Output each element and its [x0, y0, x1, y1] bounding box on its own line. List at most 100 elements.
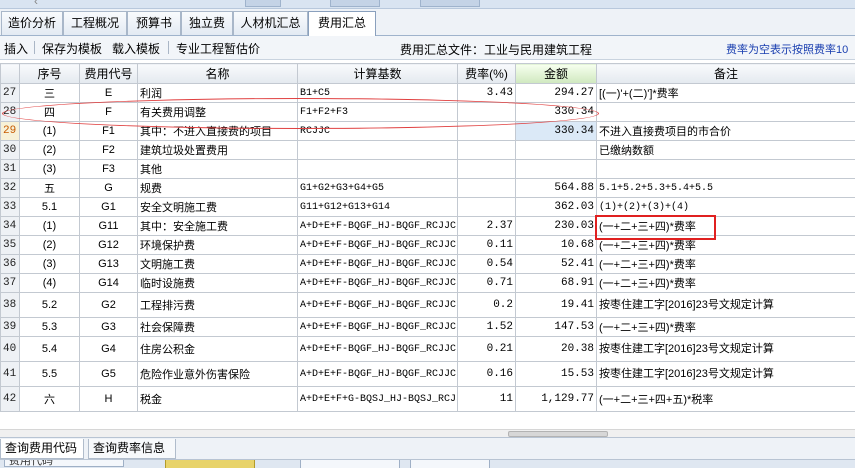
note-cell[interactable]: (一+二+三+四)*费率: [596, 254, 855, 274]
table-row[interactable]: 37 (4) G14 临时设施费 A+D+E+F-BQGF_HJ-BQGF_RC…: [0, 273, 855, 293]
horizontal-scrollbar[interactable]: [0, 429, 855, 437]
insert-button[interactable]: 插入: [4, 40, 28, 57]
base-cell[interactable]: A+D+E+F-BQGF_HJ-BQGF_RCJJC: [297, 361, 458, 387]
cost-code-field[interactable]: 费用代码: [4, 460, 124, 467]
table-row[interactable]: 35 (2) G12 环境保护费 A+D+E+F-BQGF_HJ-BQGF_RC…: [0, 235, 855, 255]
seq-cell[interactable]: (3): [19, 159, 80, 179]
row-number[interactable]: 28: [0, 102, 20, 122]
name-cell[interactable]: 危险作业意外伤害保险: [137, 361, 298, 387]
tab-query-cost-codes[interactable]: 查询费用代码: [0, 439, 84, 459]
seq-cell[interactable]: 5.4: [19, 336, 80, 362]
name-cell[interactable]: 有关费用调整: [137, 102, 298, 122]
seq-cell[interactable]: (3): [19, 254, 80, 274]
code-cell[interactable]: F3: [79, 159, 138, 179]
note-cell[interactable]: 按枣住建工字[2016]23号文规定计算: [596, 336, 855, 362]
base-cell[interactable]: RCJJC: [297, 121, 458, 141]
note-cell[interactable]: 不进入直接费项目的市合价: [596, 121, 855, 141]
note-cell[interactable]: 按枣住建工字[2016]23号文规定计算: [596, 292, 855, 318]
code-cell[interactable]: F: [79, 102, 138, 122]
tab-cost-analysis[interactable]: 造价分析: [1, 11, 63, 35]
table-row[interactable]: 34 (1) G11 其中：安全施工费 A+D+E+F-BQGF_HJ-BQGF…: [0, 216, 855, 236]
tab-independent-fee[interactable]: 独立费: [181, 11, 233, 35]
row-number[interactable]: 31: [0, 159, 20, 179]
seq-cell[interactable]: (1): [19, 216, 80, 236]
base-cell[interactable]: A+D+E+F-BQGF_HJ-BQGF_RCJJC: [297, 273, 458, 293]
tab-budget-book[interactable]: 预算书: [127, 11, 181, 35]
note-cell[interactable]: (一+二+三+四)*费率: [596, 235, 855, 255]
base-cell[interactable]: A+D+E+F-BQGF_HJ-BQGF_RCJJC: [297, 292, 458, 318]
seq-cell[interactable]: 四: [19, 102, 80, 122]
row-number[interactable]: 32: [0, 178, 20, 198]
table-row[interactable]: 38 5.2 G2 工程排污费 A+D+E+F-BQGF_HJ-BQGF_RCJ…: [0, 292, 855, 318]
name-cell[interactable]: 税金: [137, 386, 298, 412]
name-header[interactable]: 名称: [137, 63, 298, 84]
row-number[interactable]: 34: [0, 216, 20, 236]
row-number[interactable]: 35: [0, 235, 20, 255]
chevron-left-icon[interactable]: ‹: [34, 0, 38, 8]
seq-cell[interactable]: (1): [19, 121, 80, 141]
code-header[interactable]: 费用代号: [79, 63, 138, 84]
rate-cell[interactable]: 0.2: [457, 292, 516, 318]
base-cell[interactable]: A+D+E+F-BQGF_HJ-BQGF_RCJJC: [297, 235, 458, 255]
seq-cell[interactable]: 5.3: [19, 317, 80, 337]
base-cell[interactable]: A+D+E+F-BQGF_HJ-BQGF_RCJJC: [297, 336, 458, 362]
table-row[interactable]: 32 五 G 规费 G1+G2+G3+G4+G5 564.88 5.1+5.2+…: [0, 178, 855, 198]
note-cell[interactable]: (一+二+三+四)*费率: [596, 317, 855, 337]
code-cell[interactable]: H: [79, 386, 138, 412]
table-row[interactable]: 41 5.5 G5 危险作业意外伤害保险 A+D+E+F-BQGF_HJ-BQG…: [0, 361, 855, 387]
seq-cell[interactable]: 六: [19, 386, 80, 412]
code-cell[interactable]: G5: [79, 361, 138, 387]
table-row[interactable]: 36 (3) G13 文明施工费 A+D+E+F-BQGF_HJ-BQGF_RC…: [0, 254, 855, 274]
table-row[interactable]: 30 (2) F2 建筑垃圾处置费用 已缴纳数额: [0, 140, 855, 160]
code-cell[interactable]: F1: [79, 121, 138, 141]
table-row[interactable]: 39 5.3 G3 社会保障费 A+D+E+F-BQGF_HJ-BQGF_RCJ…: [0, 317, 855, 337]
code-cell[interactable]: G12: [79, 235, 138, 255]
save-template-button[interactable]: 保存为模板: [42, 40, 102, 57]
rate-cell[interactable]: [457, 197, 516, 217]
rate-cell[interactable]: [457, 159, 516, 179]
name-cell[interactable]: 社会保障费: [137, 317, 298, 337]
row-number[interactable]: 41: [0, 361, 20, 387]
code-cell[interactable]: G3: [79, 317, 138, 337]
tab-project-overview[interactable]: 工程概况: [63, 11, 127, 35]
rate-cell[interactable]: [457, 102, 516, 122]
note-header[interactable]: 备注: [596, 63, 855, 84]
table-row[interactable]: 29 (1) F1 其中：不进入直接费的项目 RCJJC 330.34 不进入直…: [0, 121, 855, 141]
note-cell[interactable]: (1)+(2)+(3)+(4): [596, 197, 855, 217]
seq-cell[interactable]: (2): [19, 140, 80, 160]
seq-cell[interactable]: 五: [19, 178, 80, 198]
table-row[interactable]: 28 四 F 有关费用调整 F1+F2+F3 330.34: [0, 102, 855, 122]
footer-tab-active[interactable]: [165, 460, 255, 468]
base-cell[interactable]: A+D+E+F-BQGF_HJ-BQGF_RCJJC: [297, 317, 458, 337]
row-number[interactable]: 36: [0, 254, 20, 274]
rate-cell[interactable]: 0.16: [457, 361, 516, 387]
table-row[interactable]: 40 5.4 G4 住房公积金 A+D+E+F-BQGF_HJ-BQGF_RCJ…: [0, 336, 855, 362]
tab-labor-material-summary[interactable]: 人材机汇总: [233, 11, 308, 35]
rate-cell[interactable]: 2.37: [457, 216, 516, 236]
note-cell[interactable]: 按枣住建工字[2016]23号文规定计算: [596, 361, 855, 387]
base-cell[interactable]: [297, 140, 458, 160]
base-cell[interactable]: [297, 159, 458, 179]
row-number[interactable]: 37: [0, 273, 20, 293]
footer-tab[interactable]: [300, 460, 400, 468]
code-cell[interactable]: G13: [79, 254, 138, 274]
code-cell[interactable]: F2: [79, 140, 138, 160]
row-number[interactable]: 42: [0, 386, 20, 412]
name-cell[interactable]: 住房公积金: [137, 336, 298, 362]
code-cell[interactable]: G: [79, 178, 138, 198]
seq-cell[interactable]: (2): [19, 235, 80, 255]
rate-cell[interactable]: 0.54: [457, 254, 516, 274]
tab-query-rate-info[interactable]: 查询费率信息: [88, 439, 176, 459]
code-cell[interactable]: G14: [79, 273, 138, 293]
seq-cell[interactable]: 5.5: [19, 361, 80, 387]
rate-cell[interactable]: 11: [457, 386, 516, 412]
code-cell[interactable]: E: [79, 83, 138, 103]
note-cell[interactable]: (一+二+三+四)*费率: [596, 216, 855, 236]
row-number[interactable]: 38: [0, 292, 20, 318]
note-cell[interactable]: (一+二+三+四)*费率: [596, 273, 855, 293]
note-cell[interactable]: [(一)'+(二)']*费率: [596, 83, 855, 103]
name-cell[interactable]: 规费: [137, 178, 298, 198]
name-cell[interactable]: 环境保护费: [137, 235, 298, 255]
special-provisional-button[interactable]: 专业工程暂估价: [176, 40, 260, 57]
name-cell[interactable]: 利润: [137, 83, 298, 103]
